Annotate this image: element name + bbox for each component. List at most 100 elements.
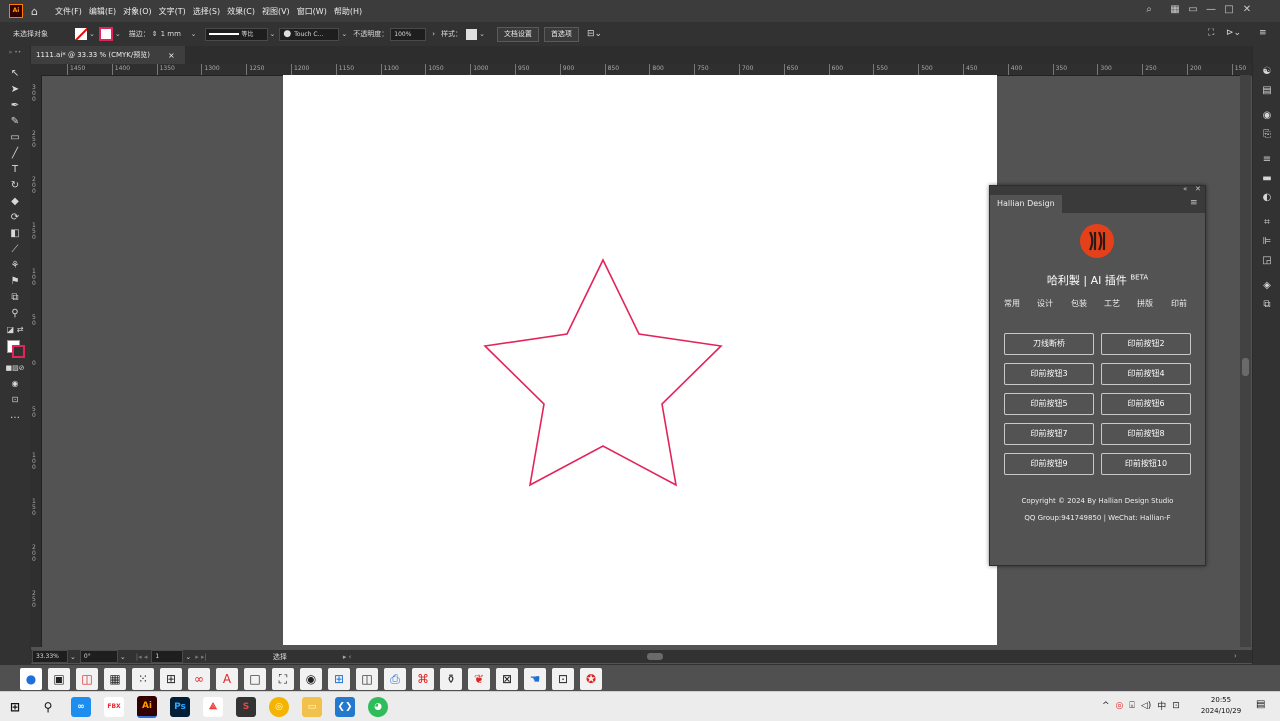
apple-shape-icon[interactable]: ● [20,667,42,690]
chevron-down-icon[interactable]: ⌄ [120,653,126,661]
tab-hallian-design[interactable]: Hallian Design [990,195,1062,213]
pathfinder-icon[interactable]: ◲ [1253,251,1280,270]
artboard-number-input[interactable]: 1 [151,650,184,663]
screen-mode-icon[interactable]: ⊡ [0,392,30,408]
network-icon[interactable]: ⌺ [1129,701,1134,711]
illustrator-icon[interactable]: Ai [137,695,157,718]
stroke-stepper-icon[interactable]: ⇕ [152,30,158,38]
chevron-down-icon[interactable]: ⌄ [115,30,121,38]
prepress-button-2[interactable]: 印前按钮2 [1101,333,1191,355]
chevron-down-icon[interactable]: ⌄ [185,653,191,661]
chevron-down-icon[interactable]: ⌄ [70,653,76,661]
category-imposition[interactable]: 拼版 [1137,298,1153,309]
home-icon[interactable]: ⌂ [31,5,38,18]
file-explorer-icon[interactable]: ▭ [302,696,322,717]
category-craft[interactable]: 工艺 [1104,298,1120,309]
menu-view[interactable]: 视图(V) [262,6,290,17]
selection-tool-icon[interactable]: ↖ [0,66,30,82]
transparency-icon[interactable]: ◐ [1253,188,1280,207]
chevron-down-icon[interactable]: ⌄ [89,30,95,38]
transform-icon[interactable]: ⌗ [1253,213,1280,232]
overlap-circles-icon[interactable]: ∞ [188,667,210,690]
ime-indicator[interactable]: 中 [1157,699,1166,712]
arrange-icon[interactable]: ▭ [1184,4,1202,15]
maximize-button[interactable]: □ [1220,4,1238,15]
draw-mode-icon[interactable]: ◉ [0,376,30,392]
ime-mode-icon[interactable]: ⊡ [1172,701,1180,711]
arrange-docs-icon[interactable]: ⛶ [1208,28,1214,38]
fill-swatch[interactable] [75,28,87,40]
star-shape[interactable] [483,258,723,487]
prepress-button-8[interactable]: 印前按钮8 [1101,423,1191,445]
curvature-tool-icon[interactable]: ✎ [0,114,30,130]
chevron-down-icon[interactable]: ⌄ [341,30,347,38]
corners-icon[interactable]: ⛶ [272,667,294,690]
document-setup-button[interactable]: 文档设置 [496,26,539,42]
print-icon[interactable]: ⎙ [384,667,406,690]
scroll-right-icon[interactable]: › [1234,652,1237,660]
clock[interactable]: 20:55 2024/10/29 [1196,695,1246,717]
align-icon[interactable]: ⊟⌄ [587,29,602,39]
prepress-button-9[interactable]: 印前按钮9 [1004,453,1094,475]
preferences-button[interactable]: 首选项 [543,26,579,42]
opacity-label[interactable]: 不透明度： [353,29,388,39]
stroke-panel-icon[interactable]: ≡ [1253,150,1280,169]
chevron-up-icon[interactable]: ^ [1102,701,1110,711]
dot-grid-icon[interactable]: ⁙ [132,667,154,690]
vertical-ruler[interactable]: 300 250 200 150 100 50 0 50 100 150 200 250 [30,75,42,647]
prepress-button-10[interactable]: 印前按钮10 [1101,453,1191,475]
gradient-tool-icon[interactable]: ◧ [0,226,30,242]
menu-file[interactable]: 文件(F) [55,6,82,17]
eyedropper-tool-icon[interactable]: ⟋ [0,242,30,258]
brush-select[interactable]: ● Touch C... [279,27,340,41]
prepress-button-5[interactable]: 印前按钮5 [1004,393,1094,415]
tab-close-icon[interactable]: × [168,51,175,60]
volume-icon[interactable]: ◁) [1141,701,1151,711]
more-tools-icon[interactable]: … [0,408,30,424]
prepress-button-6[interactable]: 印前按钮6 [1101,393,1191,415]
properties-icon[interactable]: ▤ [1253,81,1280,100]
export-icon[interactable]: ⎘ [1253,125,1280,144]
status-menu-icon[interactable]: ▸ ‹ [343,653,352,661]
layers-icon[interactable]: ◈ [1253,276,1280,295]
appearance-icon[interactable]: ◉ [1253,106,1280,125]
gradient-panel-icon[interactable]: ▬ [1253,169,1280,188]
artboard-tool-icon[interactable]: ⧉ [0,290,30,306]
split-icon[interactable]: ◫ [356,667,378,690]
close-button[interactable]: ✕ [1238,4,1256,15]
color-mode-icon[interactable]: ■▨⊘ [0,360,30,376]
close-panel-icon[interactable]: ✕ [1195,185,1201,193]
chrome-icon[interactable]: ◎ [269,696,289,717]
panel-header[interactable]: « ✕ [990,185,1205,195]
opacity-input[interactable]: 100% [390,27,427,41]
tray-app-icon[interactable]: ◎ [1116,701,1124,711]
pen-tool-icon[interactable]: ✒ [0,98,30,114]
type-tool-icon[interactable]: T [0,162,30,178]
design-tool-icon[interactable]: S [236,696,256,717]
rotation-input[interactable]: 0° [79,650,118,663]
vertical-scrollbar[interactable] [1240,75,1251,647]
eye-icon[interactable]: ◉ [300,667,322,690]
rotate-tool-icon[interactable]: ↻ [0,178,30,194]
plugin-panel-icon[interactable]: ☯ [1253,62,1280,81]
blend-tool-icon[interactable]: ⚘ [0,258,30,274]
chevron-right-icon[interactable]: › [432,30,435,38]
menu-icon[interactable]: ≡ [1259,28,1267,38]
swap-fill-stroke-icon[interactable]: ◪ ⇄ [0,322,30,338]
menu-effect[interactable]: 效果(C) [227,6,255,17]
category-prepress[interactable]: 印前 [1171,298,1187,309]
chevron-down-icon[interactable]: ⌄ [191,30,197,38]
rectangle-tool-icon[interactable]: ▭ [0,130,30,146]
menu-window[interactable]: 窗口(W) [297,6,327,17]
select-frame-icon[interactable]: ⊡ [552,667,574,690]
prepress-button-4[interactable]: 印前按钮4 [1101,363,1191,385]
letter-a-icon[interactable]: A [216,667,238,690]
chevron-down-icon[interactable]: ⌄ [479,30,485,38]
artboards-icon[interactable]: ⧉ [1253,295,1280,314]
baidu-netdisk-icon[interactable]: ∞ [71,696,91,717]
category-common[interactable]: 常用 [1004,298,1020,309]
category-design[interactable]: 设计 [1037,298,1053,309]
add-square-icon[interactable]: ⊞ [328,667,350,690]
menu-help[interactable]: 帮助(H) [334,6,362,17]
zoom-tool-icon[interactable]: ⚲ [0,306,30,322]
